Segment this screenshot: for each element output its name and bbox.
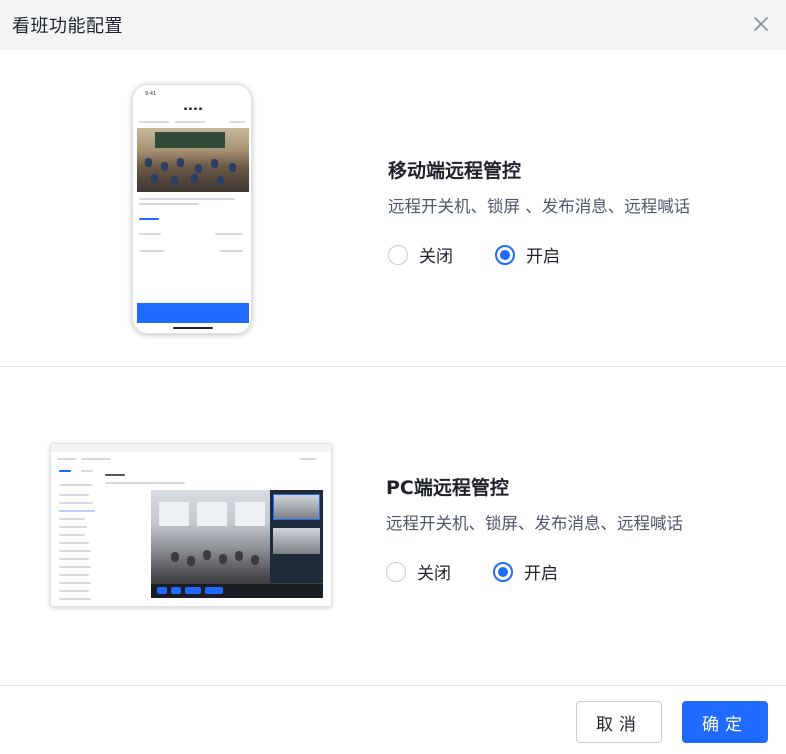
student-figure bbox=[177, 158, 184, 167]
pc-line bbox=[59, 510, 95, 512]
person-figure bbox=[187, 556, 195, 566]
thumbnail bbox=[273, 494, 320, 520]
phone-status-bar: 9:41 bbox=[145, 91, 157, 97]
pc-line bbox=[59, 518, 85, 520]
pc-line bbox=[59, 582, 91, 584]
person-figure bbox=[203, 550, 211, 560]
pc-line bbox=[81, 470, 93, 472]
student-figure bbox=[161, 162, 168, 171]
radio-label: 开启 bbox=[524, 564, 558, 584]
radio-label: 开启 bbox=[526, 247, 560, 267]
pc-line bbox=[59, 502, 93, 504]
pc-line bbox=[59, 526, 87, 528]
feature-title: PC端远程管控 bbox=[386, 477, 509, 499]
pc-line bbox=[59, 598, 91, 600]
phone-tab-bar bbox=[137, 303, 249, 323]
phone-line bbox=[139, 218, 159, 220]
pc-line bbox=[59, 542, 89, 544]
pc-line bbox=[59, 574, 89, 576]
feature-description: 远程开关机、锁屏 、发布消息、远程喊话 bbox=[388, 197, 691, 216]
feature-description: 远程开关机、锁屏、发布消息、远程喊话 bbox=[386, 514, 683, 533]
blackboard bbox=[155, 132, 225, 148]
pc-preview-image bbox=[50, 443, 332, 607]
window bbox=[159, 502, 189, 526]
pc-line bbox=[59, 590, 89, 592]
radio-on[interactable]: 开启 bbox=[495, 242, 560, 267]
mobile-preview-image: 9:41 ▪ ▪ ▪ ▪ bbox=[132, 84, 252, 334]
radio-label: 关闭 bbox=[419, 247, 453, 267]
control-chip bbox=[157, 587, 167, 594]
control-chip bbox=[205, 587, 223, 594]
control-chip bbox=[185, 587, 201, 594]
classroom-photo bbox=[137, 128, 249, 192]
window bbox=[235, 502, 265, 526]
window bbox=[197, 502, 227, 526]
phone-line bbox=[139, 121, 169, 123]
pc-line bbox=[299, 458, 317, 460]
phone-line bbox=[215, 233, 243, 235]
person-figure bbox=[235, 551, 243, 561]
radio-circle bbox=[493, 561, 513, 582]
dialog-title: 看班功能配置 bbox=[12, 16, 123, 37]
video-thumbnails bbox=[270, 490, 323, 583]
pc-line bbox=[59, 566, 91, 568]
confirm-button[interactable]: 确定 bbox=[682, 701, 768, 743]
student-figure bbox=[191, 174, 198, 183]
mobile-radio-group: 关闭 开启 bbox=[388, 242, 602, 267]
dialog-header: 看班功能配置 bbox=[0, 0, 786, 50]
pc-line bbox=[57, 458, 77, 460]
close-icon[interactable] bbox=[752, 15, 770, 33]
phone-line bbox=[139, 198, 235, 200]
video-controls bbox=[151, 584, 323, 598]
pc-sidebar bbox=[55, 466, 101, 602]
pc-line bbox=[59, 494, 89, 496]
pc-radio-group: 关闭 开启 bbox=[386, 559, 600, 584]
student-figure bbox=[145, 158, 152, 167]
student-figure bbox=[217, 176, 224, 185]
student-figure bbox=[229, 163, 236, 172]
radio-off[interactable]: 关闭 bbox=[386, 559, 451, 584]
phone-line bbox=[229, 121, 245, 123]
person-figure bbox=[251, 555, 259, 565]
phone-line bbox=[175, 121, 205, 123]
pc-line bbox=[59, 550, 91, 552]
phone-line bbox=[139, 203, 199, 205]
pc-line bbox=[105, 474, 125, 476]
person-figure bbox=[219, 554, 227, 564]
pc-line bbox=[59, 534, 85, 536]
section-divider bbox=[0, 366, 786, 367]
phone-line bbox=[139, 233, 161, 235]
pc-line bbox=[81, 458, 111, 460]
pc-line bbox=[59, 484, 93, 486]
phone-line bbox=[139, 250, 165, 252]
radio-circle bbox=[388, 244, 408, 265]
radio-off[interactable]: 关闭 bbox=[388, 242, 453, 267]
student-figure bbox=[195, 164, 202, 173]
phone-title: ▪ ▪ ▪ ▪ bbox=[183, 106, 203, 112]
pc-line bbox=[105, 482, 185, 484]
radio-circle bbox=[386, 561, 406, 582]
radio-label: 关闭 bbox=[417, 564, 451, 584]
student-figure bbox=[151, 174, 158, 183]
radio-on[interactable]: 开启 bbox=[493, 559, 558, 584]
pc-line bbox=[59, 558, 89, 560]
dialog-footer: 取消 确定 bbox=[0, 685, 786, 754]
config-dialog: 看班功能配置 9:41 ▪ ▪ ▪ ▪ 移动端远程管控 远程开关机、锁屏 、发布… bbox=[0, 0, 786, 754]
person-figure bbox=[171, 552, 179, 562]
control-chip bbox=[171, 587, 181, 594]
cancel-button[interactable]: 取消 bbox=[576, 701, 662, 743]
student-figure bbox=[171, 176, 178, 185]
feature-title: 移动端远程管控 bbox=[388, 160, 522, 182]
phone-line bbox=[219, 250, 243, 252]
phone-home-indicator bbox=[173, 327, 213, 329]
thumbnail bbox=[273, 528, 320, 554]
radio-circle bbox=[495, 244, 515, 265]
student-figure bbox=[211, 159, 218, 168]
pc-title-bar bbox=[51, 444, 331, 452]
pc-line bbox=[59, 470, 71, 472]
